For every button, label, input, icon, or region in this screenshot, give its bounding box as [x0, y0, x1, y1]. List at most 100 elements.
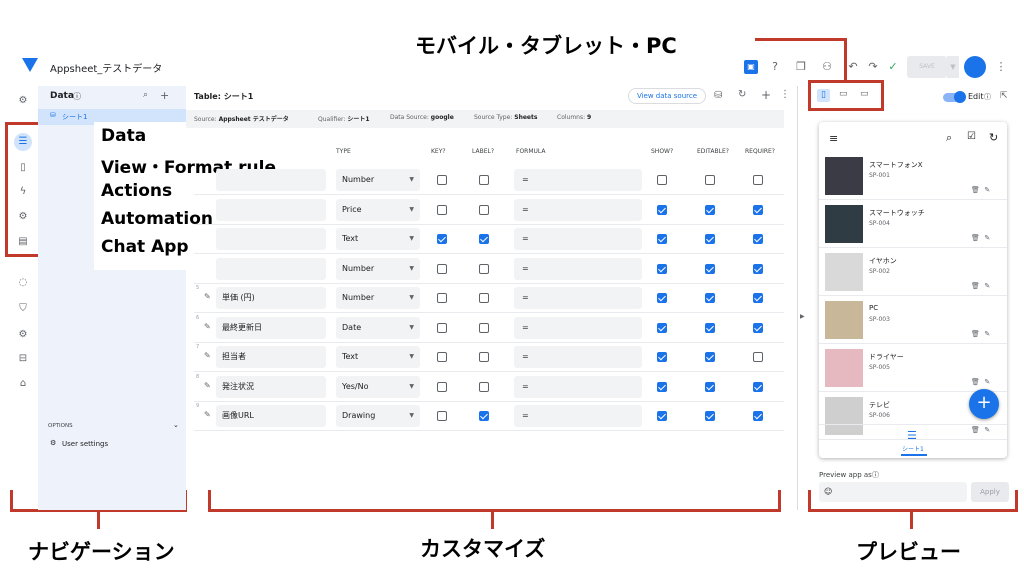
- require-checkbox[interactable]: [753, 323, 763, 333]
- select-icon[interactable]: ☑: [967, 131, 976, 142]
- editable-checkbox[interactable]: [705, 352, 715, 362]
- more-vert-icon[interactable]: ⋮: [994, 60, 1008, 74]
- column-name-field[interactable]: 最終更新日: [216, 317, 326, 339]
- learn-icon[interactable]: ⌂: [16, 377, 30, 391]
- label-checkbox[interactable]: [479, 352, 489, 362]
- editable-checkbox[interactable]: [705, 264, 715, 274]
- menu-icon[interactable]: ≡: [829, 132, 838, 145]
- delete-icon[interactable]: 🗑: [971, 186, 980, 194]
- show-checkbox[interactable]: [657, 352, 667, 362]
- label-checkbox[interactable]: [479, 382, 489, 392]
- label-checkbox[interactable]: [479, 293, 489, 303]
- key-checkbox[interactable]: [437, 175, 447, 185]
- require-checkbox[interactable]: [753, 411, 763, 421]
- display-icon[interactable]: ▣: [744, 60, 758, 74]
- flow-icon[interactable]: ⚙: [16, 94, 30, 108]
- check-icon[interactable]: ✓: [886, 60, 900, 74]
- edit-icon[interactable]: ✎: [984, 186, 990, 194]
- label-checkbox[interactable]: [479, 411, 489, 421]
- editable-checkbox[interactable]: [705, 293, 715, 303]
- undo-icon[interactable]: ↶: [846, 60, 860, 74]
- list-item[interactable]: PC SP-003 🗑 ✎: [819, 296, 1007, 344]
- delete-icon[interactable]: 🗑: [971, 330, 980, 338]
- desktop-icon[interactable]: ▭: [860, 89, 869, 99]
- type-select[interactable]: Text ▼: [336, 228, 420, 250]
- require-checkbox[interactable]: [753, 234, 763, 244]
- formula-field[interactable]: =: [514, 317, 642, 339]
- show-checkbox[interactable]: [657, 175, 667, 185]
- column-name-field[interactable]: 画像URL: [216, 405, 326, 427]
- key-checkbox[interactable]: [437, 382, 447, 392]
- formula-field[interactable]: =: [514, 228, 642, 250]
- regenerate-icon[interactable]: ⛁: [714, 90, 722, 101]
- avatar[interactable]: [964, 56, 986, 78]
- formula-field[interactable]: =: [514, 169, 642, 191]
- require-checkbox[interactable]: [753, 205, 763, 215]
- formula-field[interactable]: =: [514, 258, 642, 280]
- data-icon[interactable]: ☰: [14, 133, 32, 151]
- automation-icon[interactable]: ⚙: [16, 210, 30, 224]
- edit-icon[interactable]: ✎: [984, 234, 990, 242]
- manage-icon[interactable]: ⊟: [16, 352, 30, 366]
- collapse-arrow-icon[interactable]: ▶: [800, 313, 805, 320]
- require-checkbox[interactable]: [753, 264, 763, 274]
- list-item[interactable]: スマートウォッチ SP-004 🗑 ✎: [819, 200, 1007, 248]
- mobile-icon[interactable]: ▯: [817, 89, 830, 102]
- formula-field[interactable]: =: [514, 346, 642, 368]
- save-button[interactable]: SAVE: [907, 56, 947, 78]
- idea-icon[interactable]: ◌: [16, 276, 30, 290]
- delete-icon[interactable]: 🗑: [971, 234, 980, 242]
- column-name-field[interactable]: [216, 258, 326, 280]
- column-name-field[interactable]: [216, 199, 326, 221]
- list-item[interactable]: イヤホン SP-002 🗑 ✎: [819, 248, 1007, 296]
- chevron-down-icon[interactable]: ⌄: [173, 421, 179, 429]
- show-checkbox[interactable]: [657, 234, 667, 244]
- type-select[interactable]: Price ▼: [336, 199, 420, 221]
- share-icon[interactable]: ⚇: [820, 60, 834, 74]
- type-select[interactable]: Text ▼: [336, 346, 420, 368]
- formula-field[interactable]: =: [514, 405, 642, 427]
- type-select[interactable]: Yes/No ▼: [336, 376, 420, 398]
- show-checkbox[interactable]: [657, 264, 667, 274]
- edit-icon[interactable]: ✎: [984, 330, 990, 338]
- label-checkbox[interactable]: [479, 205, 489, 215]
- formula-field[interactable]: =: [514, 199, 642, 221]
- editable-checkbox[interactable]: [705, 234, 715, 244]
- copy-icon[interactable]: ❐: [794, 60, 808, 74]
- key-checkbox[interactable]: [437, 264, 447, 274]
- column-name-field[interactable]: 担当者: [216, 346, 326, 368]
- add-icon[interactable]: +: [761, 88, 771, 102]
- formula-field[interactable]: =: [514, 287, 642, 309]
- key-checkbox[interactable]: [437, 293, 447, 303]
- edit-pencil-icon[interactable]: ✎: [204, 410, 211, 419]
- require-checkbox[interactable]: [753, 382, 763, 392]
- search-icon[interactable]: ⌕: [143, 90, 148, 100]
- require-checkbox[interactable]: [753, 352, 763, 362]
- type-select[interactable]: Number ▼: [336, 258, 420, 280]
- edit-icon[interactable]: ✎: [984, 378, 990, 386]
- refresh-icon[interactable]: ↻: [738, 89, 746, 100]
- require-checkbox[interactable]: [753, 175, 763, 185]
- editable-checkbox[interactable]: [705, 382, 715, 392]
- show-checkbox[interactable]: [657, 382, 667, 392]
- open-external-icon[interactable]: ⇱: [1000, 91, 1008, 101]
- type-select[interactable]: Drawing ▼: [336, 405, 420, 427]
- settings-icon[interactable]: ⚙: [16, 328, 30, 342]
- show-checkbox[interactable]: [657, 411, 667, 421]
- help-icon[interactable]: ?: [768, 60, 782, 74]
- type-select[interactable]: Number ▼: [336, 287, 420, 309]
- delete-icon[interactable]: 🗑: [971, 378, 980, 386]
- preview-as-input[interactable]: [819, 482, 967, 502]
- more-icon[interactable]: ⋮: [780, 89, 790, 100]
- label-checkbox[interactable]: [479, 175, 489, 185]
- actions-icon[interactable]: ϟ: [16, 185, 30, 199]
- view-data-source-button[interactable]: View data source: [628, 88, 706, 104]
- search-icon[interactable]: ⌕: [946, 131, 952, 145]
- tablet-icon[interactable]: ▭: [839, 89, 848, 99]
- column-name-field[interactable]: 単価 (円): [216, 287, 326, 309]
- redo-icon[interactable]: ↷: [866, 60, 880, 74]
- tab-list-icon[interactable]: ☰: [907, 429, 917, 442]
- list-item[interactable]: スマートフォンX SP-001 🗑 ✎: [819, 152, 1007, 200]
- key-checkbox[interactable]: [437, 352, 447, 362]
- user-settings-link[interactable]: User settings: [62, 440, 108, 448]
